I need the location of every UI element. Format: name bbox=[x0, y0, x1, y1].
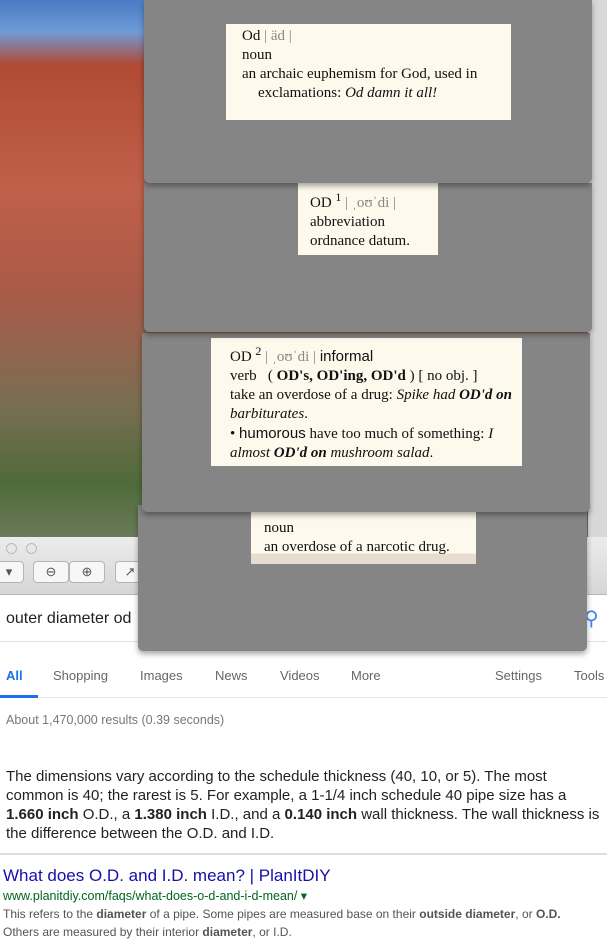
part-of-speech: noun bbox=[264, 520, 294, 536]
result-description: This refers to the diameter of a pipe. S… bbox=[3, 907, 561, 939]
definition-continued: exclamations: Od damn it all! bbox=[258, 85, 438, 101]
search-input[interactable]: outer diameter od bbox=[6, 610, 131, 628]
sidebar-toggle-button[interactable]: ▾ bbox=[0, 561, 24, 583]
part-of-speech: noun bbox=[242, 47, 272, 63]
tab-news[interactable]: News bbox=[215, 668, 248, 683]
featured-snippet: The dimensions vary according to the sch… bbox=[6, 768, 600, 842]
result-url[interactable]: www.planitdiy.com/faqs/what-does-o-d-and… bbox=[3, 888, 307, 903]
definition: an archaic euphemism for God, used in bbox=[242, 66, 478, 82]
definition-entry: noun an overdose of a narcotic drug. bbox=[251, 512, 476, 564]
dictionary-card[interactable]: OD 2 | ˌoʊˈdi | informal verb ( OD's, OD… bbox=[142, 333, 590, 512]
zoom-out-icon[interactable]: ⊖ bbox=[33, 561, 69, 583]
headword: OD bbox=[310, 195, 332, 211]
tab-more[interactable]: More bbox=[351, 668, 381, 683]
divider bbox=[0, 853, 607, 855]
dictionary-card[interactable]: Od | äd | noun an archaic euphemism for … bbox=[144, 0, 592, 183]
subsense: • humorous have too much of something: I… bbox=[230, 425, 494, 461]
tab-images[interactable]: Images bbox=[140, 668, 183, 683]
definition-entry: OD 2 | ˌoʊˈdi | informal verb ( OD's, OD… bbox=[211, 338, 522, 466]
definition-entry: OD 1 | ˌoʊˈdi | abbreviation ordnance da… bbox=[298, 183, 438, 255]
window-button[interactable] bbox=[6, 543, 17, 554]
definition: an overdose of a narcotic drug. bbox=[264, 539, 450, 555]
pronunciation: | ˌoʊˈdi | bbox=[345, 195, 397, 211]
headword: OD bbox=[230, 349, 252, 365]
tab-tools[interactable]: Tools bbox=[574, 668, 604, 683]
result-title-link[interactable]: What does O.D. and I.D. mean? | PlanItDI… bbox=[3, 866, 331, 886]
grammar-note: [ no obj. ] bbox=[418, 368, 478, 384]
zoom-in-icon[interactable]: ⊕ bbox=[69, 561, 105, 583]
part-of-speech: abbreviation bbox=[310, 214, 385, 230]
tab-all[interactable]: All bbox=[6, 668, 23, 683]
active-tab-indicator bbox=[0, 695, 38, 698]
register-label: informal bbox=[319, 348, 374, 365]
tab-shopping[interactable]: Shopping bbox=[53, 668, 108, 683]
dictionary-card[interactable]: OD 1 | ˌoʊˈdi | abbreviation ordnance da… bbox=[144, 183, 592, 332]
part-of-speech: verb bbox=[230, 368, 257, 384]
tab-videos[interactable]: Videos bbox=[280, 668, 320, 683]
pronunciation: | ˌoʊˈdi | bbox=[265, 349, 317, 365]
inflections: OD's, OD'ing, OD'd bbox=[276, 368, 406, 384]
headword: Od bbox=[242, 28, 261, 44]
result-stats: About 1,470,000 results (0.39 seconds) bbox=[6, 713, 225, 727]
superscript: 1 bbox=[335, 190, 342, 204]
window-button[interactable] bbox=[26, 543, 37, 554]
tab-settings[interactable]: Settings bbox=[495, 668, 542, 683]
dictionary-card[interactable]: noun an overdose of a narcotic drug. bbox=[138, 505, 587, 651]
search-tabs: All Shopping Images News Videos More Set… bbox=[0, 660, 607, 698]
definition: take an overdose of a drug: Spike had OD… bbox=[230, 387, 513, 422]
pronunciation: | äd | bbox=[264, 28, 292, 44]
definition-entry: Od | äd | noun an archaic euphemism for … bbox=[226, 24, 511, 120]
definition: ordnance datum. bbox=[310, 233, 410, 249]
